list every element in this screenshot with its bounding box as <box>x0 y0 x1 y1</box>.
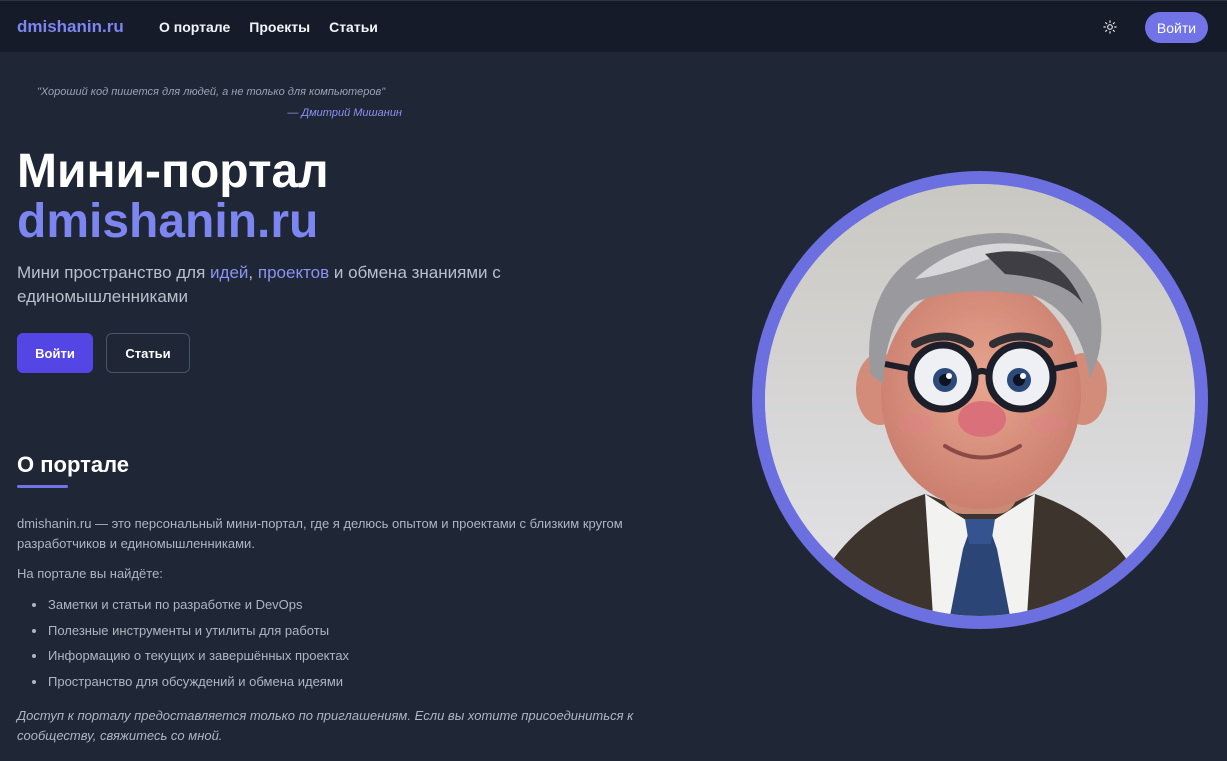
list-item: Информацию о текущих и завершённых проек… <box>30 648 349 674</box>
list-item: Заметки и статьи по разработке и DevOps <box>30 597 349 623</box>
nav-item-projects[interactable]: Проекты <box>249 19 310 35</box>
subtitle-highlight-ideas: идей <box>210 263 249 282</box>
theme-toggle-button[interactable] <box>1100 17 1120 37</box>
sun-icon <box>1103 20 1117 34</box>
avatar-illustration <box>765 184 1195 616</box>
section-title-underline <box>17 485 68 488</box>
nav-item-about[interactable]: О портале <box>159 19 230 35</box>
invite-note: Доступ к порталу предоставляется только … <box>17 708 634 743</box>
avatar <box>765 184 1195 616</box>
hero-title-line1: Мини-портал <box>17 145 329 198</box>
subtitle-highlight-projects: проектов <box>257 263 330 282</box>
top-navbar: dmishanin.ru О портале Проекты Статьи Во… <box>0 0 1227 52</box>
hero-title-line2: dmishanin.ru <box>17 195 319 248</box>
hero-title: Мини-портал dmishanin.ru <box>17 147 329 247</box>
subtitle-text-1: Мини пространство для <box>17 263 211 282</box>
about-description: dmishanin.ru — это персональный мини-пор… <box>17 516 623 551</box>
hero-articles-button[interactable]: Статьи <box>106 333 190 373</box>
brand-logo-link[interactable]: dmishanin.ru <box>17 17 124 37</box>
list-item: Пространство для обсуждений и обмена иде… <box>30 674 349 700</box>
features-list: Заметки и статьи по разработке и DevOps … <box>30 597 349 700</box>
hero-subtitle: Мини пространство для идей, проектов и о… <box>17 261 537 309</box>
about-section-title: О портале <box>17 452 130 477</box>
quote-author: — Дмитрий Мишанин <box>287 107 402 119</box>
subtitle-text-2: , <box>248 263 258 282</box>
hero-quote: "Хороший код пишется для людей, а не тол… <box>37 86 386 98</box>
nav-item-articles[interactable]: Статьи <box>329 19 378 35</box>
hero-login-button[interactable]: Войти <box>17 333 93 373</box>
main-nav: О портале Проекты Статьи <box>159 19 378 35</box>
header-login-button[interactable]: Войти <box>1145 12 1208 43</box>
list-item: Полезные инструменты и утилиты для работ… <box>30 623 349 649</box>
features-intro: На портале вы найдёте: <box>17 566 163 581</box>
avatar-frame <box>752 171 1208 629</box>
